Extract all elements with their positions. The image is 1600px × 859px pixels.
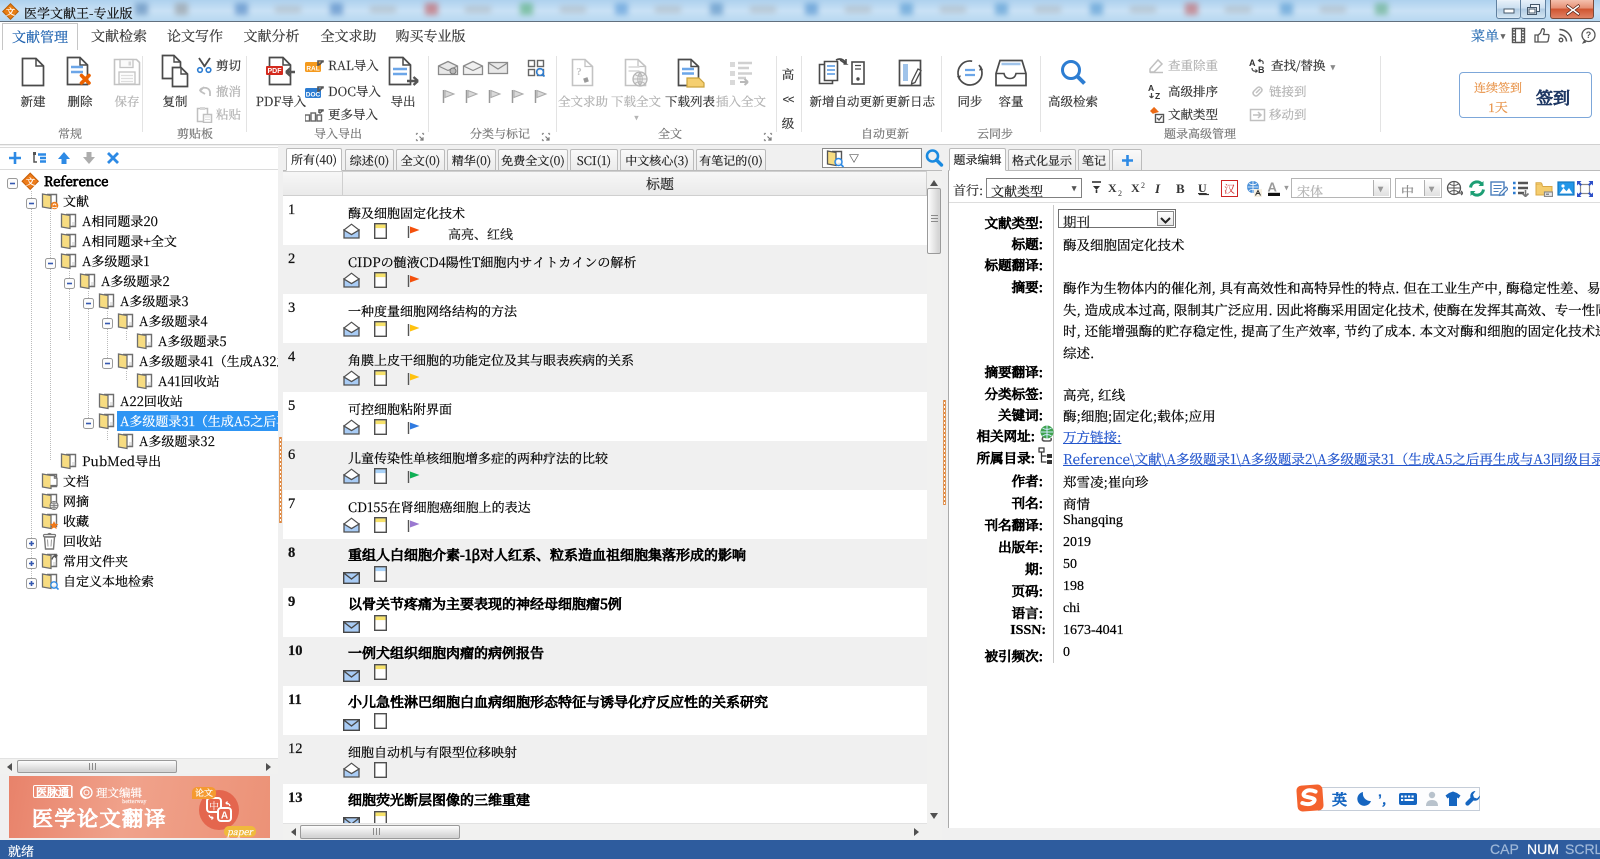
svg-text:汉: 汉 — [1224, 181, 1235, 197]
svg-text:PDF: PDF — [268, 68, 283, 75]
svg-text:文: 文 — [26, 175, 35, 188]
svg-text:DOC: DOC — [306, 92, 321, 99]
svg-text:I: I — [1155, 181, 1161, 196]
svg-text:2: 2 — [1118, 189, 1122, 196]
svg-text:X: X — [1131, 181, 1140, 195]
svg-text:文: 文 — [6, 5, 15, 18]
svg-text:RAL: RAL — [306, 66, 319, 73]
svg-text:?: ? — [576, 66, 582, 78]
svg-text:U: U — [1198, 181, 1207, 195]
svg-text:?: ? — [1586, 28, 1592, 41]
svg-text:A: A — [1148, 83, 1154, 93]
svg-text:A: A — [1249, 58, 1256, 68]
svg-text:Z: Z — [1155, 91, 1160, 100]
svg-text:A: A — [221, 811, 228, 822]
svg-text:X: X — [1108, 181, 1117, 195]
svg-text:A: A — [1268, 180, 1278, 195]
svg-text:B: B — [1176, 181, 1185, 196]
svg-text:2: 2 — [1141, 181, 1145, 190]
svg-text:B: B — [1258, 65, 1265, 74]
